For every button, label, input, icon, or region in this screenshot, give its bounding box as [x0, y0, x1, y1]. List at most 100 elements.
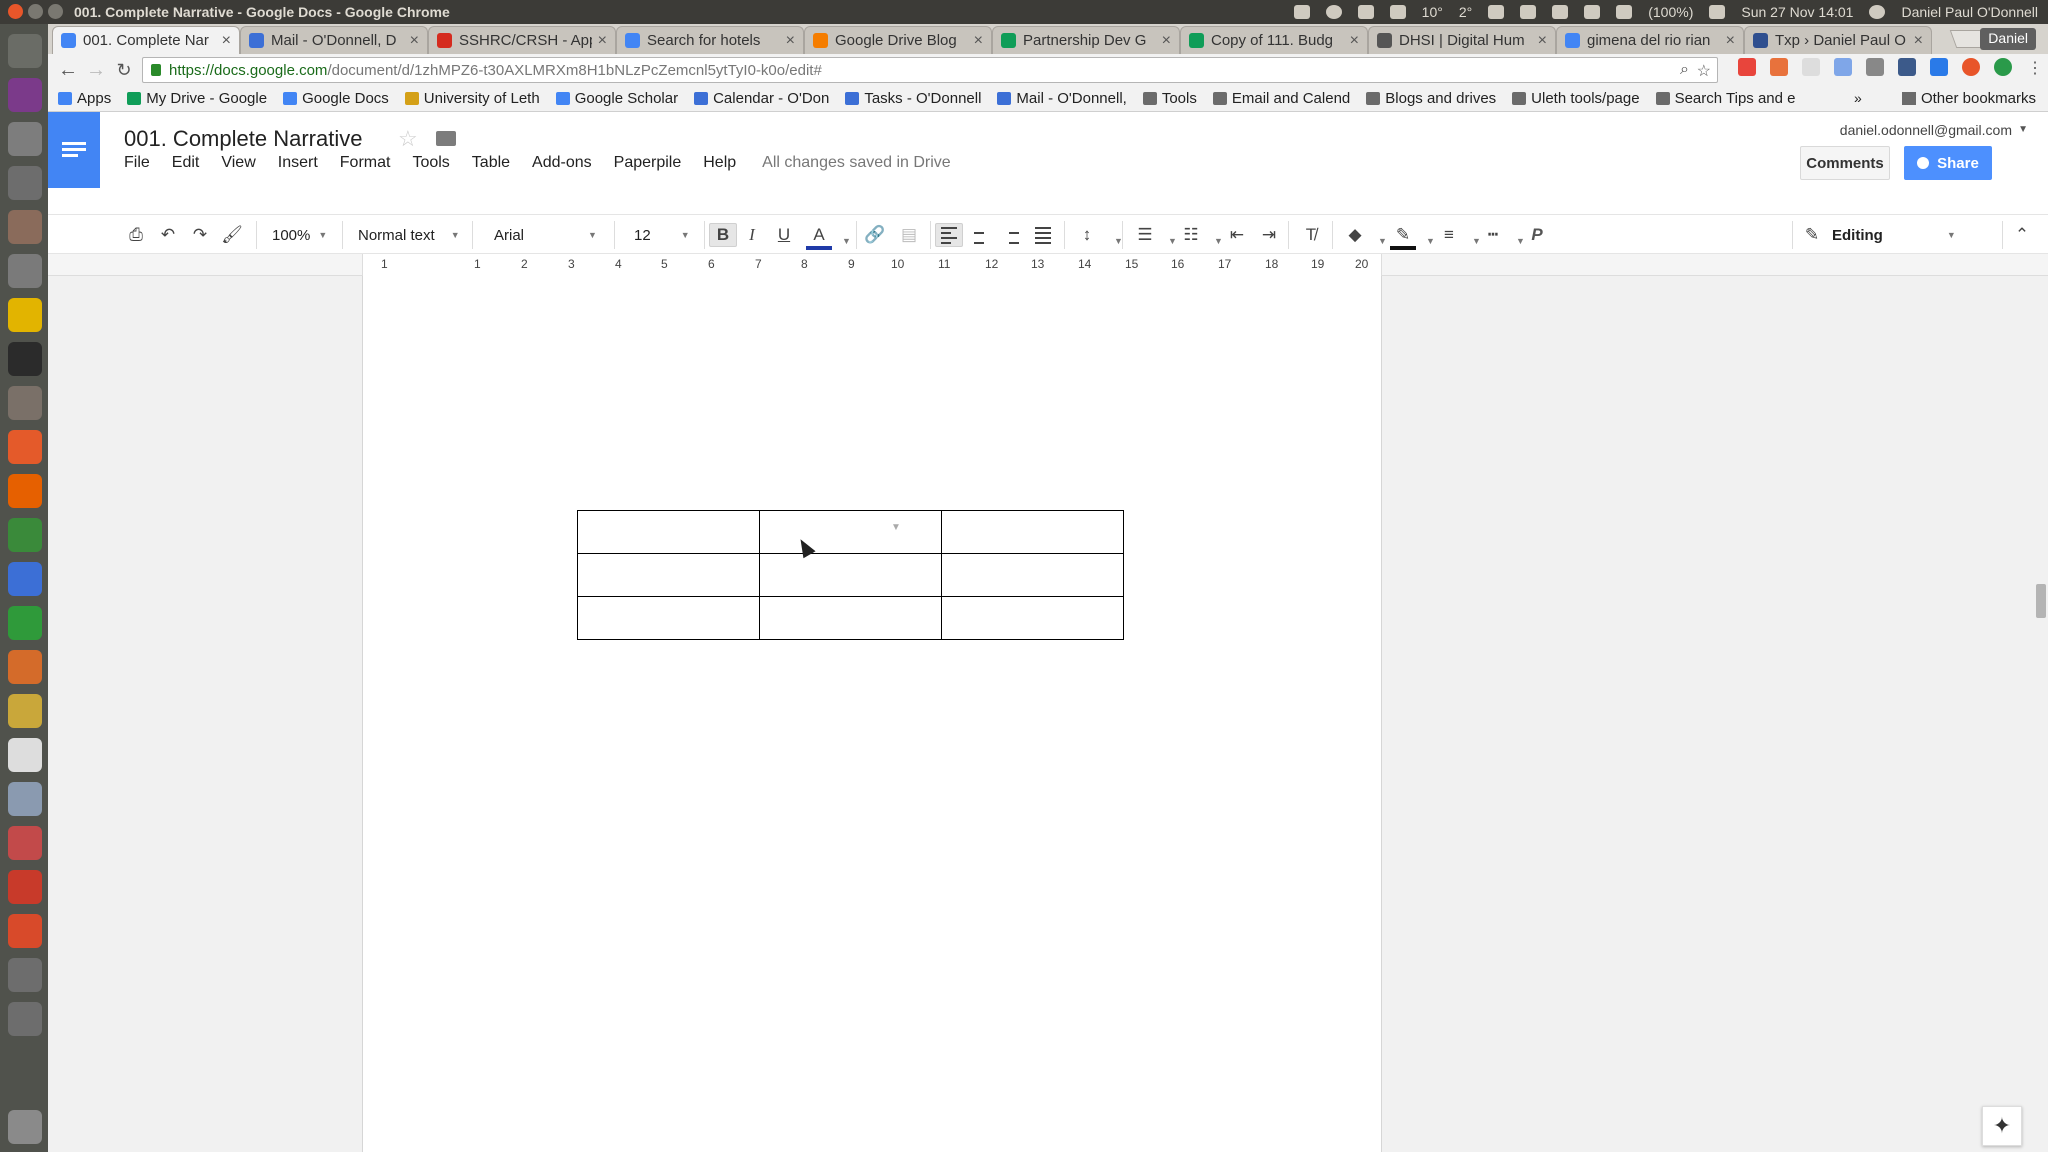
bookmark-folder-tools[interactable]: Tools [1142, 90, 1197, 107]
close-icon[interactable]: × [786, 32, 795, 50]
gear-icon[interactable] [1869, 5, 1886, 19]
folder-icon[interactable] [436, 131, 456, 146]
clock[interactable]: Sun 27 Nov 14:01 [1741, 4, 1853, 20]
close-icon[interactable]: × [598, 32, 607, 50]
bookmark-folder-blogs[interactable]: Blogs and drives [1366, 90, 1496, 107]
draw-icon[interactable] [8, 694, 42, 728]
notes-icon[interactable] [8, 298, 42, 332]
download-icon[interactable] [8, 914, 42, 948]
table-cell[interactable] [941, 553, 1124, 597]
document-table[interactable] [577, 510, 1124, 640]
table-cell[interactable] [577, 553, 760, 597]
font-select[interactable]: Arial ▼ [494, 223, 597, 247]
lock-icon[interactable] [151, 64, 161, 76]
bookmark-star-icon[interactable]: ☆ [1697, 61, 1711, 81]
bluetooth-icon[interactable] [1552, 5, 1569, 19]
cup-icon[interactable] [1389, 5, 1406, 19]
zoom-magnifier-icon[interactable]: ⌕ [1680, 61, 1689, 79]
chevron-down-icon[interactable]: ▼ [1378, 229, 1387, 253]
editing-mode-select[interactable]: Editing ▼ [1832, 223, 1956, 247]
bookmarks-overflow-button[interactable]: » [1854, 90, 1862, 106]
battery-icon[interactable] [1616, 5, 1633, 19]
numbered-list-icon[interactable]: ☰ [1132, 223, 1158, 247]
close-icon[interactable]: × [1914, 32, 1923, 50]
tab-txp[interactable]: Txp › Daniel Paul O × [1744, 26, 1932, 54]
table-cell[interactable] [577, 510, 760, 554]
bookmark-google-docs[interactable]: Google Docs [283, 90, 389, 107]
tab-drive-blog[interactable]: Google Drive Blog × [804, 26, 992, 54]
system-monitor-app-icon[interactable] [8, 782, 42, 816]
scrollbar-thumb[interactable] [2036, 584, 2046, 618]
wifi-icon[interactable] [1520, 5, 1537, 19]
extension-circle-icon[interactable] [1962, 58, 1980, 76]
dropbox-icon[interactable] [1293, 5, 1310, 19]
chrome-tray-icon[interactable] [1325, 5, 1342, 19]
share-button[interactable]: Share [1904, 146, 1992, 180]
table-cell[interactable] [759, 553, 942, 597]
profile-button[interactable]: Daniel [1980, 28, 2036, 50]
bookmark-mail[interactable]: Mail - O'Donnell, [997, 90, 1127, 107]
border-color-icon[interactable]: ✎ [1390, 223, 1416, 247]
docs-home-icon[interactable] [48, 112, 100, 188]
chrome-menu-icon[interactable]: ⋮ [2026, 58, 2044, 77]
comment-icon[interactable]: ▤ [896, 223, 922, 247]
align-right-icon[interactable] [998, 223, 1024, 247]
chrome-icon[interactable] [8, 518, 42, 552]
workspaces-icon[interactable] [8, 958, 42, 992]
files-icon[interactable] [8, 386, 42, 420]
window-close-button[interactable] [8, 4, 23, 19]
close-icon[interactable]: × [410, 32, 419, 50]
tab-sshrc[interactable]: SSHRC/CRSH - App × [428, 26, 616, 54]
libreoffice-impress-icon[interactable] [8, 650, 42, 684]
extension-chat-icon[interactable] [1802, 58, 1820, 76]
drive-icon[interactable] [8, 1002, 42, 1036]
explore-icon[interactable]: ✦ [1982, 1106, 2022, 1146]
xournal-icon[interactable] [8, 738, 42, 772]
tab-mail[interactable]: Mail - O'Donnell, D × [240, 26, 428, 54]
chevron-down-icon[interactable]: ▼ [842, 229, 851, 253]
weather-temp-1[interactable]: 10° [1422, 4, 1443, 20]
document-canvas[interactable]: ▼ ✦ [48, 276, 2048, 1152]
close-icon[interactable]: × [1538, 32, 1547, 50]
workspace-switcher-icon[interactable] [8, 78, 42, 112]
paint-format-icon[interactable]: 🖌 [220, 223, 244, 247]
chevron-down-icon[interactable]: ▼ [1516, 229, 1525, 253]
screenshot-icon[interactable] [8, 826, 42, 860]
close-icon[interactable]: × [222, 32, 231, 50]
bookmark-calendar[interactable]: Calendar - O'Don [694, 90, 829, 107]
extension-hangouts-icon[interactable] [1994, 58, 2012, 76]
zotero-icon[interactable] [8, 870, 42, 904]
libreoffice-writer-icon[interactable] [8, 562, 42, 596]
underline-button[interactable]: U [772, 223, 796, 247]
window-maximize-button[interactable] [48, 4, 63, 19]
align-left-icon[interactable] [935, 223, 963, 247]
cell-dropdown-icon[interactable]: ▼ [891, 522, 901, 533]
border-width-icon[interactable]: ≡ [1436, 223, 1462, 247]
menu-edit[interactable]: Edit [172, 154, 200, 172]
ruler-page-area[interactable]: 1 1 2 3 4 5 6 7 8 9 10 11 12 13 14 15 16… [362, 254, 1382, 276]
calculator-icon[interactable] [8, 254, 42, 288]
volume-icon[interactable] [1709, 5, 1726, 19]
pencil-icon[interactable]: ✎ [1800, 223, 1824, 247]
table-cell[interactable] [941, 510, 1124, 554]
link-icon[interactable]: 🔗 [862, 223, 888, 247]
bookmark-uleth[interactable]: University of Leth [404, 90, 540, 107]
style-select[interactable]: Normal text ▼ [358, 223, 460, 247]
save-status[interactable]: All changes saved in Drive [762, 154, 951, 172]
chevron-down-icon[interactable]: ▼ [1214, 229, 1223, 253]
menu-insert[interactable]: Insert [278, 154, 318, 172]
document-title[interactable]: 001. Complete Narrative [124, 126, 362, 152]
amazon-icon[interactable] [8, 122, 42, 156]
tab-search-hotels[interactable]: Search for hotels × [616, 26, 804, 54]
libreoffice-calc-icon[interactable] [8, 606, 42, 640]
tab-gimena[interactable]: gimena del rio rian × [1556, 26, 1744, 54]
close-icon[interactable]: × [974, 32, 983, 50]
extension-paperpile-icon[interactable] [1898, 58, 1916, 76]
bookmark-my-drive[interactable]: My Drive - Google [127, 90, 267, 107]
collapse-menus-icon[interactable]: ⌃ [2010, 223, 2034, 247]
back-icon[interactable]: ← [54, 59, 82, 82]
window-minimize-button[interactable] [28, 4, 43, 19]
bold-button[interactable]: B [709, 223, 737, 247]
paperpile-icon[interactable]: P [1526, 223, 1548, 247]
session-user[interactable]: Daniel Paul O'Donnell [1901, 4, 2038, 20]
